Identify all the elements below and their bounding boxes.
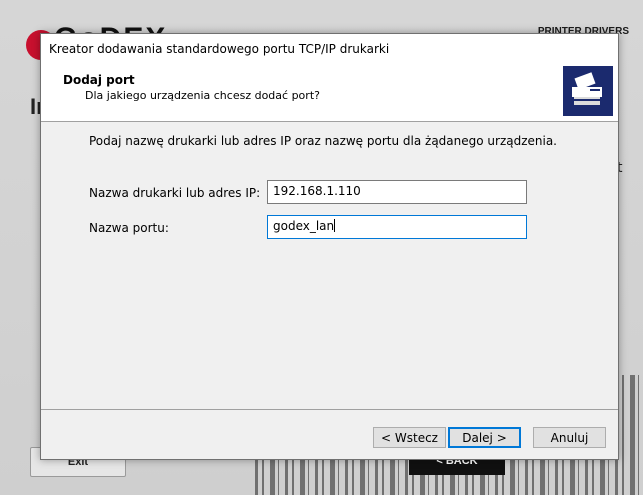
address-input[interactable]: 192.168.1.110 bbox=[267, 180, 527, 204]
dialog-title: Kreator dodawania standardowego portu TC… bbox=[49, 41, 390, 56]
address-input-value: 192.168.1.110 bbox=[273, 184, 361, 198]
instruction-text: Podaj nazwę drukarki lub adres IP oraz n… bbox=[89, 134, 557, 148]
printer-network-icon bbox=[563, 66, 613, 116]
port-name-label: Nazwa portu: bbox=[89, 221, 169, 235]
wizard-header: Dodaj port Dla jakiego urządzenia chcesz… bbox=[41, 63, 618, 122]
next-button[interactable]: Dalej > bbox=[448, 427, 521, 448]
text-caret bbox=[334, 219, 336, 232]
wizard-step-subtitle: Dla jakiego urządzenia chcesz dodać port… bbox=[85, 89, 320, 102]
wizard-body: Podaj nazwę drukarki lub adres IP oraz n… bbox=[41, 122, 618, 409]
tcpip-port-wizard-dialog: Kreator dodawania standardowego portu TC… bbox=[40, 33, 619, 460]
cancel-button[interactable]: Anuluj bbox=[533, 427, 606, 448]
footer-divider bbox=[41, 409, 618, 410]
address-label: Nazwa drukarki lub adres IP: bbox=[89, 186, 261, 200]
wizard-step-title: Dodaj port bbox=[63, 73, 135, 87]
port-name-input-value: godex_lan bbox=[273, 219, 335, 233]
port-name-input[interactable]: godex_lan bbox=[267, 215, 527, 239]
back-button[interactable]: < Wstecz bbox=[373, 427, 446, 448]
dialog-titlebar[interactable]: Kreator dodawania standardowego portu TC… bbox=[41, 34, 618, 63]
